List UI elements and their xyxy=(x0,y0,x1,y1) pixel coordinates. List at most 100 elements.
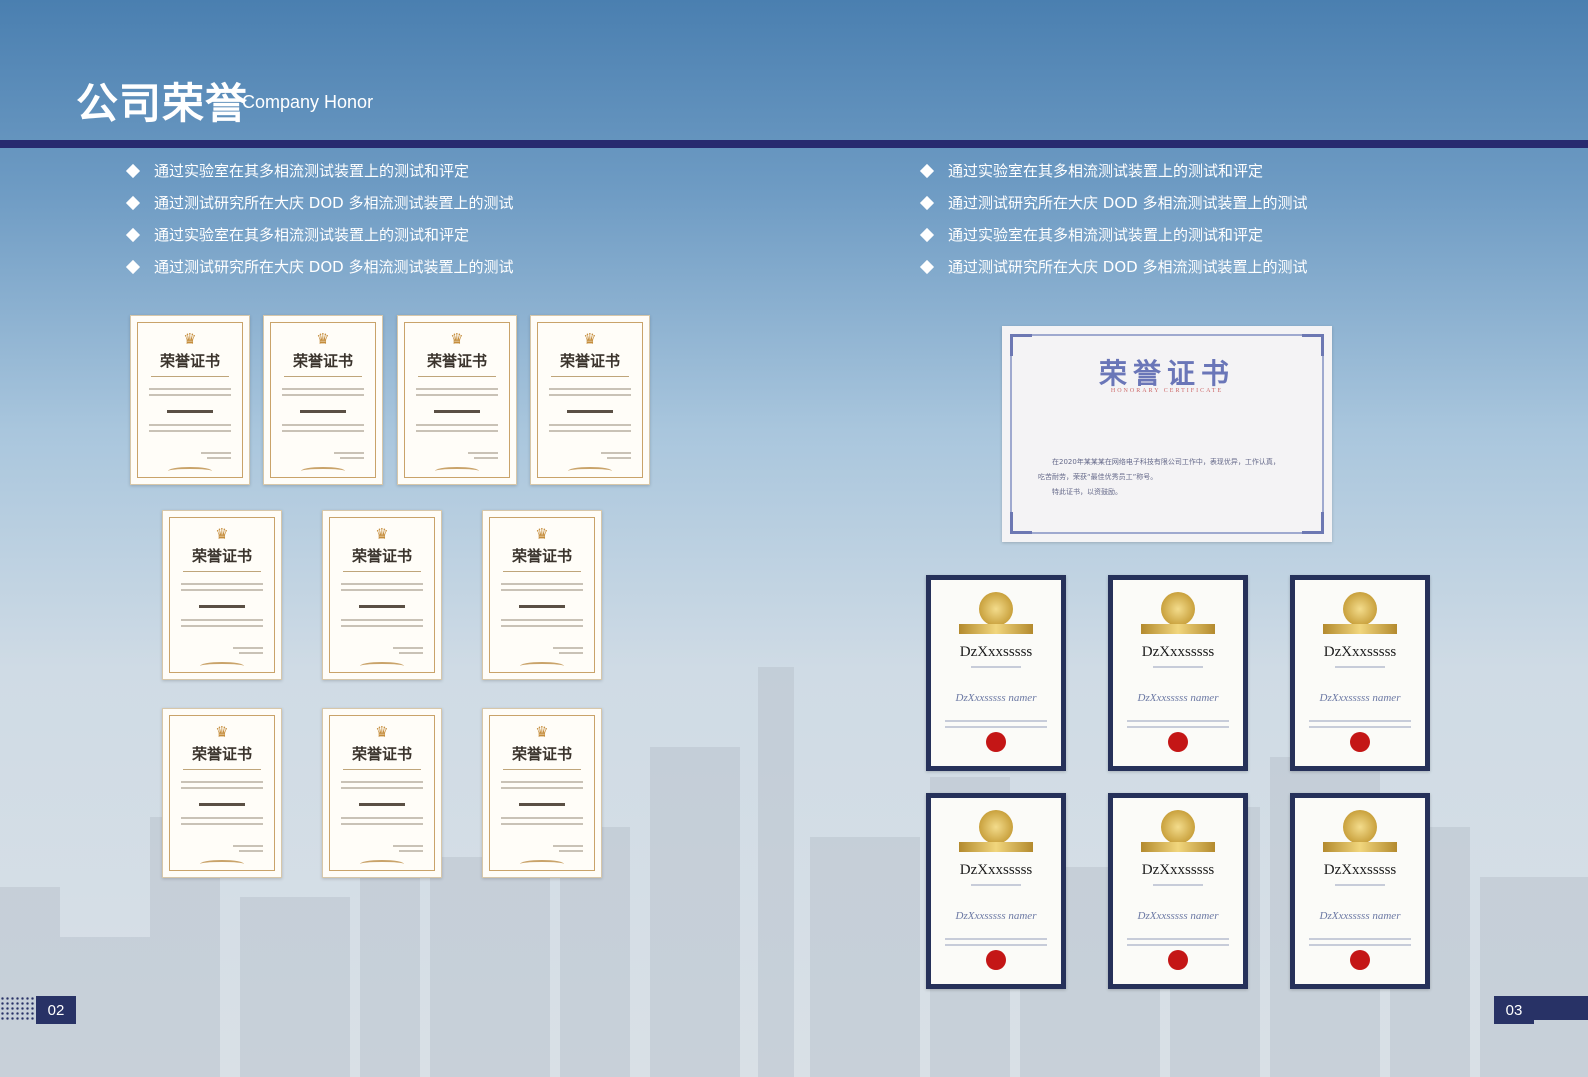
list-item: 通过测试研究所在大庆 DOD 多相流测试装置上的测试 xyxy=(919,187,1308,219)
certificate-subtitle: HONORARY CERTIFICATE xyxy=(1110,388,1224,394)
certificate-title: 荣誉证书 xyxy=(191,547,252,565)
list-item-text: 通过测试研究所在大庆 DOD 多相流测试装置上的测试 xyxy=(948,194,1308,212)
list-item: 通过实验室在其多相流测试装置上的测试和评定 xyxy=(919,219,1307,251)
certificate-name: DzXxxsssss xyxy=(959,862,1033,878)
certificate-signature: DzXxxsssss namer xyxy=(1319,692,1401,704)
gold-certificate-thumbnail: ♛ 荣誉证书 xyxy=(482,708,602,878)
gold-certificate-thumbnail: ♛ 荣誉证书 xyxy=(482,510,602,680)
certificate-signature: DzXxxsssss namer xyxy=(1319,910,1401,922)
list-item-text: 通过测试研究所在大庆 DOD 多相流测试装置上的测试 xyxy=(154,194,514,212)
wax-seal-icon xyxy=(1350,950,1370,970)
gold-certificate-thumbnail: ♛ 荣誉证书 xyxy=(322,708,442,878)
list-item-text: 通过实验室在其多相流测试装置上的测试和评定 xyxy=(948,226,1264,244)
gold-emblem-icon xyxy=(979,592,1013,626)
page-title: 公司荣誉 xyxy=(76,79,249,128)
certificate-body-line: 在2020年某某某在网络电子科技有限公司工作中，表现优异，工作认真， xyxy=(1052,458,1280,466)
certificate-name: DzXxxsssss xyxy=(1141,862,1215,878)
crown-icon: ♛ xyxy=(183,330,197,348)
certificate-body-line: 特此证书，以资鼓励。 xyxy=(1052,488,1122,496)
page-header: 公司荣誉 Company Honor xyxy=(0,0,1588,142)
gold-certificate-thumbnail: ♛ 荣誉证书 xyxy=(322,510,442,680)
certificate-body-line: 吃苦耐劳，荣获“最佳优秀员工”称号。 xyxy=(1038,473,1158,481)
navy-certificate-thumbnail: DzXxxsssss DzXxxsssss namer xyxy=(926,575,1066,771)
wax-seal-icon xyxy=(986,732,1006,752)
ribbon-icon xyxy=(1323,842,1397,852)
crown-icon: ♛ xyxy=(535,525,549,543)
list-item-text: 通过测试研究所在大庆 DOD 多相流测试装置上的测试 xyxy=(948,258,1308,276)
certificate-name: DzXxxsssss xyxy=(1323,862,1397,878)
page-subtitle: Company Honor xyxy=(242,92,374,112)
certificate-signature: DzXxxsssss namer xyxy=(1137,692,1219,704)
gold-certificate-thumbnail: ♛ 荣誉证书 xyxy=(162,510,282,680)
gold-certificate-thumbnail: ♛ 荣誉证书 xyxy=(397,315,517,485)
wax-seal-icon xyxy=(1168,732,1188,752)
navy-certificate-thumbnail: DzXxxsssss DzXxxsssss namer xyxy=(1290,793,1430,989)
certificate-signature: DzXxxsssss namer xyxy=(1137,910,1219,922)
certificate-title: 荣誉证书 xyxy=(159,352,220,370)
certificate-title: 荣誉证书 xyxy=(292,352,353,370)
diamond-bullet-icon xyxy=(125,163,141,179)
list-item-text: 通过实验室在其多相流测试装置上的测试和评定 xyxy=(154,162,470,180)
list-item-text: 通过实验室在其多相流测试装置上的测试和评定 xyxy=(154,226,470,244)
navy-certificate-thumbnail: DzXxxsssss DzXxxsssss namer xyxy=(1108,575,1248,771)
list-item: 通过实验室在其多相流测试装置上的测试和评定 xyxy=(919,155,1307,187)
certificate-title: 荣誉证书 xyxy=(351,745,412,763)
right-bullet-list: 通过实验室在其多相流测试装置上的测试和评定 通过测试研究所在大庆 DOD 多相流… xyxy=(919,155,1308,283)
ribbon-icon xyxy=(1141,624,1215,634)
crown-icon: ♛ xyxy=(535,723,549,741)
footer-stripe xyxy=(1534,996,1588,1020)
diamond-bullet-icon xyxy=(125,227,141,243)
gold-emblem-icon xyxy=(979,810,1013,844)
navy-certificate-thumbnail: DzXxxsssss DzXxxsssss namer xyxy=(1108,793,1248,989)
list-item: 通过实验室在其多相流测试装置上的测试和评定 xyxy=(125,155,513,187)
gold-certificate-thumbnail: ♛ 荣誉证书 xyxy=(263,315,383,485)
dot-pattern-decoration xyxy=(0,996,36,1020)
left-bullet-list: 通过实验室在其多相流测试装置上的测试和评定 通过测试研究所在大庆 DOD 多相流… xyxy=(125,155,514,283)
certificate-title: 荣誉证书 xyxy=(559,352,620,370)
diamond-bullet-icon xyxy=(919,227,935,243)
certificate-title: 荣誉证书 xyxy=(426,352,487,370)
list-item-text: 通过实验室在其多相流测试装置上的测试和评定 xyxy=(948,162,1264,180)
gold-emblem-icon xyxy=(1343,810,1377,844)
list-item: 通过测试研究所在大庆 DOD 多相流测试装置上的测试 xyxy=(919,251,1308,283)
list-item: 通过测试研究所在大庆 DOD 多相流测试装置上的测试 xyxy=(125,187,514,219)
list-item: 通过实验室在其多相流测试装置上的测试和评定 xyxy=(125,219,513,251)
certificate-signature: DzXxxsssss namer xyxy=(955,692,1037,704)
page-number-right: 03 xyxy=(1494,996,1534,1024)
gold-certificate-thumbnail: ♛ 荣誉证书 xyxy=(130,315,250,485)
diamond-bullet-icon xyxy=(919,195,935,211)
gold-emblem-icon xyxy=(1161,592,1195,626)
navy-certificate-thumbnail: DzXxxsssss DzXxxsssss namer xyxy=(926,793,1066,989)
crown-icon: ♛ xyxy=(450,330,464,348)
crown-icon: ♛ xyxy=(375,525,389,543)
diamond-bullet-icon xyxy=(125,195,141,211)
crown-icon: ♛ xyxy=(316,330,330,348)
honorary-certificate-large: 荣誉证书 HONORARY CERTIFICATE 在2020年某某某在网络电子… xyxy=(1002,326,1332,542)
gold-certificate-thumbnail: ♛ 荣誉证书 xyxy=(530,315,650,485)
wax-seal-icon xyxy=(1350,732,1370,752)
certificate-name: DzXxxsssss xyxy=(1141,644,1215,660)
list-item: 通过测试研究所在大庆 DOD 多相流测试装置上的测试 xyxy=(125,251,513,283)
certificate-title: 荣誉证书 xyxy=(351,547,412,565)
certificate-title: 荣誉证书 xyxy=(191,745,252,763)
page-number-left: 02 xyxy=(36,996,76,1024)
gold-emblem-icon xyxy=(1161,810,1195,844)
diamond-bullet-icon xyxy=(919,163,935,179)
gold-certificate-thumbnail: ♛ 荣誉证书 xyxy=(162,708,282,878)
crown-icon: ♛ xyxy=(215,723,229,741)
certificate-title: 荣誉证书 xyxy=(511,547,572,565)
wax-seal-icon xyxy=(1168,950,1188,970)
ribbon-icon xyxy=(1323,624,1397,634)
certificate-title: 荣誉证书 xyxy=(511,745,572,763)
wax-seal-icon xyxy=(986,950,1006,970)
certificate-name: DzXxxsssss xyxy=(1323,644,1397,660)
crown-icon: ♛ xyxy=(215,525,229,543)
gold-emblem-icon xyxy=(1343,592,1377,626)
certificate-title: 荣誉证书 xyxy=(1098,357,1235,390)
diamond-bullet-icon xyxy=(919,259,935,275)
navy-certificate-thumbnail: DzXxxsssss DzXxxsssss namer xyxy=(1290,575,1430,771)
ribbon-icon xyxy=(959,624,1033,634)
diamond-bullet-icon xyxy=(125,259,141,275)
ribbon-icon xyxy=(1141,842,1215,852)
ribbon-icon xyxy=(959,842,1033,852)
